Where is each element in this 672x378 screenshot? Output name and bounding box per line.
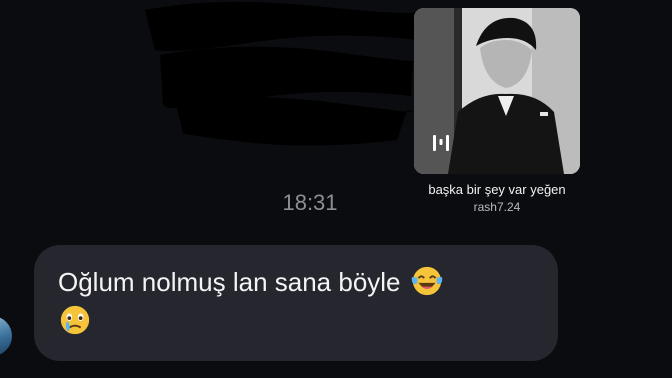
face-holding-back-tears-icon: [60, 305, 90, 335]
sender-avatar[interactable]: [0, 316, 12, 356]
reel-caption: başka bir şey var yeğen: [428, 182, 566, 197]
message-content: Oğlum nolmuş lan sana böyle: [58, 263, 538, 337]
incoming-message-bubble[interactable]: Oğlum nolmuş lan sana böyle: [34, 245, 558, 361]
reels-icon: [433, 135, 449, 151]
face-with-tears-of-joy-icon: [411, 266, 443, 296]
message-timestamp: 18:31: [282, 190, 338, 215]
redaction-scribble: [145, 1, 417, 146]
chat-screen: başka bir şey var yeğen rash7.24 18:31 O…: [0, 0, 672, 378]
message-text: Oğlum nolmuş lan sana böyle: [58, 267, 401, 297]
reel-author[interactable]: rash7.24: [414, 199, 580, 215]
